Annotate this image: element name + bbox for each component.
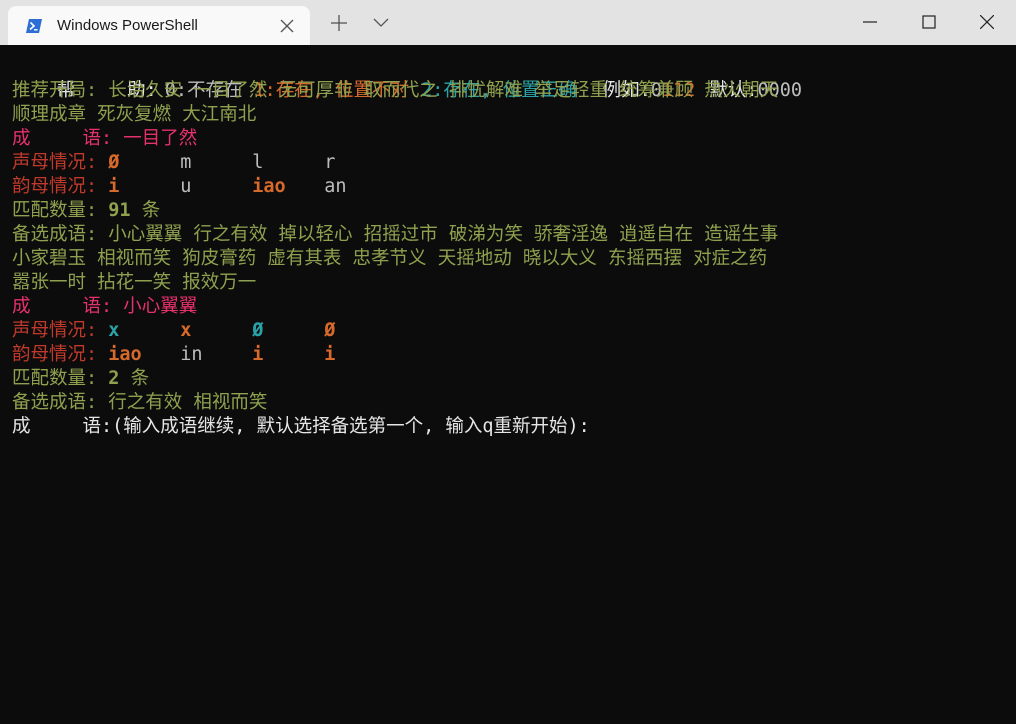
idiom-value: 小心翼翼 [123,296,198,317]
close-icon [980,15,994,29]
initials-label: 声母情况: [12,152,98,173]
initials-label: 声母情况: [12,320,98,341]
initial-2: x [180,320,192,341]
initial-3: Ø [252,320,264,341]
final-2: in [180,344,203,365]
prompt-label-a: 成 [12,416,31,437]
initials-line-1: 声母情况: Øm l r [12,151,802,175]
match-label: 匹配数量: [12,200,98,221]
candidates-line-1: 备选成语: 小心翼翼 行之有效 掉以轻心 招摇过市 破涕为笑 骄奢淫逸 逍遥自在… [12,223,802,247]
idiom-label-b: 语: [82,296,113,317]
final-3: iao [252,176,286,197]
terminal-output[interactable]: 帮助: 0:不存在 1:存在, 位置不对 2:存在, 位置正确 例如:0112 默认:00… [12,55,802,439]
initial-2: m [180,152,192,173]
final-4: i [324,344,336,365]
match-unit: 条 [130,368,150,389]
recommend-list-1: 长治久安 一目了然 无可厚非 取而代之 排忧解难 举足轻重 统筹兼顾 热火朝天 [108,80,779,101]
candidates-list-1: 小心翼翼 行之有效 掉以轻心 招摇过市 破涕为笑 骄奢淫逸 逍遥自在 造谣生事 [108,224,779,245]
recommend-label: 推荐开局: [12,80,98,101]
close-tab-icon[interactable] [280,19,294,33]
finals-label: 韵母情况: [12,176,98,197]
tab-windows-powershell[interactable]: Windows PowerShell [8,6,310,45]
match-unit: 条 [141,200,161,221]
candidates-line-4: 备选成语: 行之有效 相视而笑 [12,391,802,415]
final-2: u [180,176,192,197]
minimize-icon [863,21,877,23]
finals-line-2: 韵母情况: iao in i i [12,343,802,367]
candidates-list-3: 嚣张一时 拈花一笑 报效万一 [12,272,257,293]
minimize-button[interactable] [841,0,899,45]
close-window-button[interactable] [958,0,1016,45]
final-4: an [324,176,347,197]
idiom-label-b: 语: [82,128,113,149]
initial-1: x [108,320,120,341]
recommend-line-2: 顺理成章 死灰复燃 大江南北 [12,103,802,127]
maximize-button[interactable] [900,0,958,45]
initial-3: l [252,152,264,173]
prompt-text: (输入成语继续, 默认选择备选第一个, 输入q重新开始): [112,416,590,437]
final-3: i [252,344,264,365]
idiom-line-1: 成 语: 一目了然 [12,127,802,151]
recommend-line-1: 推荐开局: 长治久安 一目了然 无可厚非 取而代之 排忧解难 举足轻重 统筹兼顾… [12,79,802,103]
chevron-down-icon[interactable] [373,18,389,28]
candidates-list-2: 小家碧玉 相视而笑 狗皮膏药 虚有其表 忠孝节义 天摇地动 晓以大义 东摇西摆 … [12,248,768,269]
help-line: 帮助: 0:不存在 1:存在, 位置不对 2:存在, 位置正确 例如:0112 默认:00… [12,55,802,101]
powershell-icon [26,19,42,33]
match-count: 91 [108,200,131,221]
new-tab-icon[interactable] [330,14,348,32]
initial-4: r [324,152,336,173]
idiom-line-2: 成 语: 小心翼翼 [12,295,802,319]
candidates-line-3: 嚣张一时 拈花一笑 报效万一 [12,271,802,295]
idiom-label-a: 成 [12,128,31,149]
candidates-label: 备选成语: [12,224,98,245]
prompt-label-b: 语: [82,416,113,437]
tab-title: Windows PowerShell [57,17,198,34]
final-1: iao [108,344,142,365]
candidates-line-2: 小家碧玉 相视而笑 狗皮膏药 虚有其表 忠孝节义 天摇地动 晓以大义 东摇西摆 … [12,247,802,271]
initial-1: Ø [108,152,120,173]
maximize-icon [922,15,936,29]
match-line-1: 匹配数量: 91 条 [12,199,802,223]
finals-line-1: 韵母情况: i u iao an [12,175,802,199]
candidates-list: 行之有效 相视而笑 [108,392,268,413]
initials-line-2: 声母情况: x x Ø Ø [12,319,802,343]
initial-4: Ø [324,320,336,341]
idiom-label-a: 成 [12,296,31,317]
finals-label: 韵母情况: [12,344,98,365]
candidates-label: 备选成语: [12,392,98,413]
match-count: 2 [108,368,120,389]
match-label: 匹配数量: [12,368,98,389]
idiom-value: 一目了然 [123,128,198,149]
match-line-2: 匹配数量: 2 条 [12,367,802,391]
input-prompt[interactable]: 成 语:(输入成语继续, 默认选择备选第一个, 输入q重新开始): [12,415,802,439]
final-1: i [108,176,120,197]
title-bar: Windows PowerShell [0,0,1016,45]
recommend-list-2: 顺理成章 死灰复燃 大江南北 [12,104,257,125]
